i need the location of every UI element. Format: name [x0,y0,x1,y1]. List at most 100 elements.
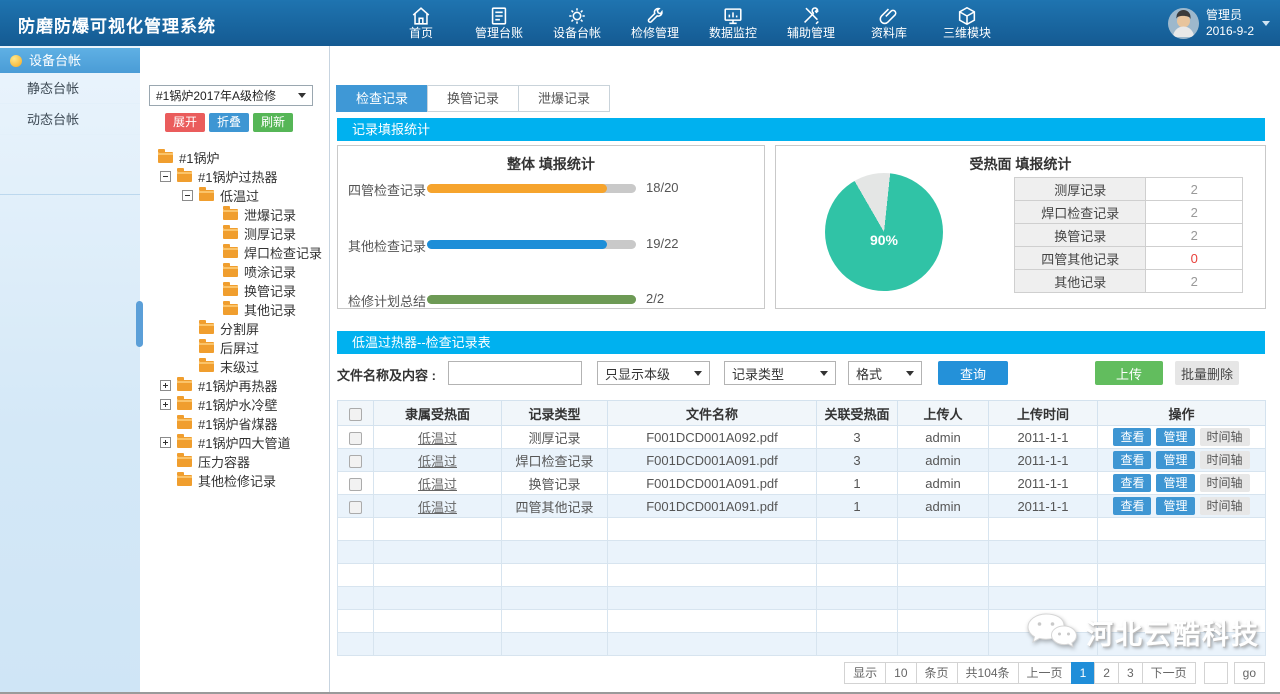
surface-link[interactable]: 低温过 [418,431,457,446]
user-caret-down-icon[interactable] [1262,21,1270,26]
tab-inspection-records[interactable]: 检查记录 [336,85,428,112]
row-checkbox[interactable] [349,478,362,491]
tree-node[interactable]: 后屏过 [140,338,328,357]
sidebar-header-equipment-ledger[interactable]: 设备台帐 [0,48,140,73]
tree-node[interactable]: #1锅炉再热器 [140,376,328,395]
nav-item-monitoring[interactable]: 数据监控 [694,0,772,46]
page-button-2[interactable]: 2 [1094,662,1119,684]
tree-node[interactable]: 其他记录 [140,300,328,319]
record-type-select[interactable]: 记录类型 [724,361,836,385]
surface-stats-title: 受热面 填报统计 [776,154,1265,174]
tree-node[interactable]: #1锅炉过热器 [140,167,328,186]
main-content: 检查记录 换管记录 泄爆记录 记录填报统计 整体 填报统计 四管检查记录 18/… [330,46,1280,692]
nav-item-label: 管理台账 [460,26,538,40]
batch-delete-button[interactable]: 批量删除 [1175,361,1239,385]
page-size-select[interactable]: 10 [885,662,916,684]
gear-icon [538,0,616,26]
expand-expander-icon[interactable] [160,399,171,410]
nav-item-3d-module[interactable]: 三维模块 [928,0,1006,46]
sidebar-item-dynamic-ledger[interactable]: 动态台帐 [0,104,140,135]
format-select[interactable]: 格式 [848,361,922,385]
record-type-cell: 测厚记录 [502,426,608,449]
tree-node[interactable]: 焊口检查记录 [140,243,328,262]
folder-icon [223,285,238,296]
scope-select[interactable]: 只显示本级 [597,361,710,385]
expand-expander-icon[interactable] [160,380,171,391]
surface-link[interactable]: 低温过 [418,477,457,492]
page-jump-input[interactable] [1204,662,1228,684]
collapse-expander-icon[interactable] [160,171,171,182]
page-button-1[interactable]: 1 [1071,662,1096,684]
user-date: 2016-9-2 [1206,24,1254,38]
surface-stats-panel: 受热面 填报统计 90% 测厚记录2 焊口检查记录2 换管记录2 四管其他记录0… [775,145,1266,309]
manage-button[interactable]: 管理 [1156,497,1194,515]
surface-link[interactable]: 低温过 [418,500,457,515]
tree-node[interactable]: 末级过 [140,357,328,376]
tree-node[interactable]: 其他检修记录 [140,471,328,490]
upload-button[interactable]: 上传 [1095,361,1163,385]
collapse-all-button[interactable]: 折叠 [209,113,249,132]
folder-icon [177,171,192,182]
go-button[interactable]: go [1234,662,1265,684]
tree-node[interactable]: #1锅炉 [140,148,328,167]
file-name-cell: F001DCD001A092.pdf [608,426,817,449]
select-all-checkbox[interactable] [349,408,362,421]
manage-button[interactable]: 管理 [1156,474,1194,492]
tree-node[interactable]: #1锅炉四大管道 [140,433,328,452]
overhaul-plan-select[interactable]: #1锅炉2017年A级检修 [149,85,313,106]
tree-node-label: 其他记录 [244,300,296,319]
row-checkbox[interactable] [349,455,362,468]
scrollbar-thumb[interactable] [136,301,143,347]
tree-node[interactable]: 测厚记录 [140,224,328,243]
nav-item-ledger[interactable]: 管理台账 [460,0,538,46]
related-surface-cell: 3 [817,449,898,472]
nav-item-maintenance[interactable]: 检修管理 [616,0,694,46]
nav-item-library[interactable]: 资料库 [850,0,928,46]
search-button[interactable]: 查询 [938,361,1008,385]
folder-icon [223,266,238,277]
sidebar-item-static-ledger[interactable]: 静态台帐 [0,73,140,104]
view-button[interactable]: 查看 [1113,497,1151,515]
row-checkbox[interactable] [349,432,362,445]
tree-node[interactable]: 喷涂记录 [140,262,328,281]
collapse-expander-icon[interactable] [182,190,193,201]
tab-tube-replacement-records[interactable]: 换管记录 [427,85,519,112]
tree-node[interactable]: 低温过 [140,186,328,205]
row-checkbox[interactable] [349,501,362,514]
view-button[interactable]: 查看 [1113,428,1151,446]
filter-bar: 文件名称及内容 : 只显示本级 记录类型 格式 查询 上传 批量删除 [337,359,1265,387]
page-button-3[interactable]: 3 [1118,662,1143,684]
file-search-input[interactable] [448,361,582,385]
expand-all-button[interactable]: 展开 [165,113,205,132]
timeline-button[interactable]: 时间轴 [1200,474,1250,492]
view-button[interactable]: 查看 [1113,474,1151,492]
refresh-tree-button[interactable]: 刷新 [253,113,293,132]
caret-down-icon [298,93,306,98]
prev-page-button[interactable]: 上一页 [1018,662,1072,684]
tree-node[interactable]: #1锅炉水冷壁 [140,395,328,414]
nav-item-auxiliary[interactable]: 辅助管理 [772,0,850,46]
user-menu[interactable]: 管理员 2016-9-2 [1168,7,1254,39]
timeline-button[interactable]: 时间轴 [1200,451,1250,469]
tree-node[interactable]: 分割屏 [140,319,328,338]
stat-label: 四管其他记录 [1015,247,1146,270]
progress-track [427,240,636,249]
surface-link[interactable]: 低温过 [418,454,457,469]
view-button[interactable]: 查看 [1113,451,1151,469]
manage-button[interactable]: 管理 [1156,428,1194,446]
tab-explosion-records[interactable]: 泄爆记录 [518,85,610,112]
timeline-button[interactable]: 时间轴 [1200,428,1250,446]
nav-item-home[interactable]: 首页 [382,0,460,46]
tree-node[interactable]: 泄爆记录 [140,205,328,224]
expand-expander-icon[interactable] [160,437,171,448]
tree-node[interactable]: 压力容器 [140,452,328,471]
progress-track [427,184,636,193]
next-page-button[interactable]: 下一页 [1142,662,1196,684]
manage-button[interactable]: 管理 [1156,451,1194,469]
nav-item-equipment[interactable]: 设备台帐 [538,0,616,46]
timeline-button[interactable]: 时间轴 [1200,497,1250,515]
tree-node[interactable]: 换管记录 [140,281,328,300]
tree-node[interactable]: #1锅炉省煤器 [140,414,328,433]
overall-stats-panel: 整体 填报统计 四管检查记录 18/20 其他检查记录 19/22 检修计划总结… [337,145,765,309]
upload-time-cell: 2011-1-1 [989,426,1098,449]
